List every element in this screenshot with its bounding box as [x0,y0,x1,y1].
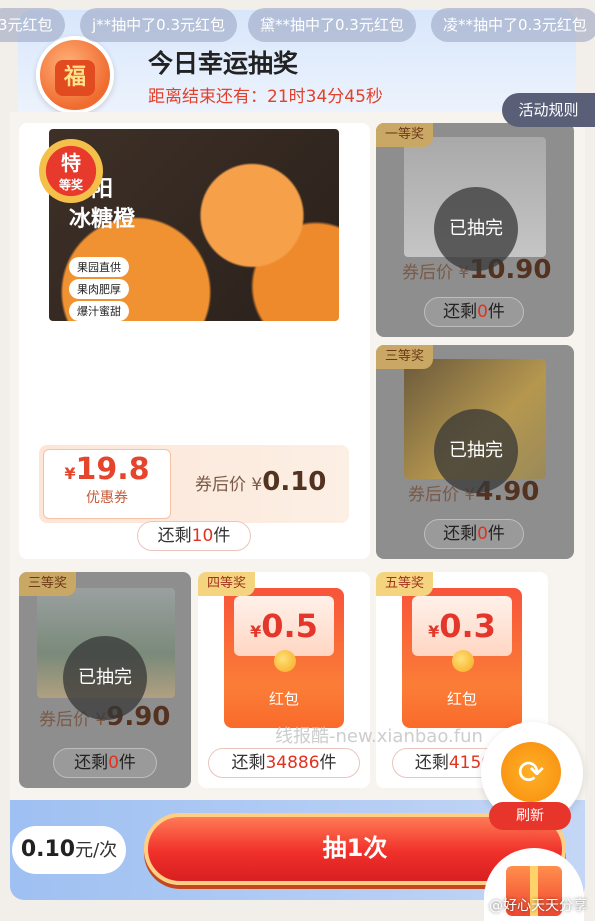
prize-tag: 三等奖 [376,345,434,369]
after-coupon-price: 券后价 ¥0.10 [195,467,327,497]
feature-tag: 果肉肥厚 [69,279,129,299]
ticker-item: 黛**抽中了0.3元红包 [248,8,416,42]
remaining-count: 还剩34886件 [208,748,360,778]
refresh-button[interactable]: ⟳ 刷新 [481,722,583,830]
prize-card-fourth[interactable]: 四等奖 ¥0.5 红包 还剩34886件 [198,572,370,788]
prize-card-third-a[interactable]: 三等奖 已抽完 券后价 ¥4.90 还剩0件 [376,345,574,559]
red-packet-label: 红包 [268,690,299,708]
ticker-item: j**抽中了0.3元红包 [80,8,238,42]
red-packet: ¥0.3 红包 [402,588,522,728]
lucky-bag-icon: 福 [36,36,114,114]
remaining-count: 还剩10件 [137,521,251,551]
prize-tag: 四等奖 [198,572,256,596]
sold-out-overlay: 已抽完 [434,187,518,271]
prize-card-third-b[interactable]: 三等奖 已抽完 券后价 ¥9.90 还剩0件 [19,572,191,788]
rules-button[interactable]: 活动规则 [502,93,595,127]
author-credit: @好心天天分享 [489,898,587,914]
refresh-label: 刷新 [489,802,571,830]
coupon-amount: 19.8 [75,452,150,487]
remaining-count: 还剩0件 [53,748,157,778]
feature-tag: 果园直供 [69,257,129,277]
page-title: 今日幸运抽奖 [148,49,299,78]
coupon-strip: ¥19.8 优惠券 券后价 ¥0.10 [39,445,349,523]
remaining-count: 还剩0件 [424,297,524,327]
refresh-icon: ⟳ [501,742,561,802]
prize-tag: 一等奖 [376,123,434,147]
fu-badge: 福 [55,60,95,96]
coin-icon [274,650,296,672]
sold-out-overlay: 已抽完 [63,636,147,720]
prize-card-special[interactable]: 麻阳 冰糖橙 果园直供 果肉肥厚 爆汁蜜甜 特 等奖 ¥19.8 优惠券 券后价… [19,123,370,559]
product-title-line2: 冰糖橙 [69,207,136,232]
red-packet-amount: ¥0.3 [412,596,512,656]
red-packet-amount: ¥0.5 [234,596,334,656]
prize-tag: 三等奖 [19,572,77,596]
remaining-count: 还剩0件 [424,519,524,549]
coupon-ticket: ¥19.8 优惠券 [43,449,171,519]
price-per-draw: 0.10元/次 [12,826,126,874]
ticker-item: 3元红包 [0,8,65,42]
countdown-timer: 距离结束还有：21时34分45秒 [148,87,383,107]
red-packet-label: 红包 [446,690,477,708]
watermark: 线报酷-new.xianbao.fun [275,726,483,747]
prize-card-first[interactable]: 一等奖 已抽完 券后价 ¥10.90 还剩0件 [376,123,574,337]
ticker-item: 凌**抽中了0.3元红包 [431,8,595,42]
coupon-label: 优惠券 [86,490,128,506]
sold-out-overlay: 已抽完 [434,409,518,493]
coin-icon [452,650,474,672]
feature-tag: 爆汁蜜甜 [69,301,129,321]
red-packet: ¥0.5 红包 [224,588,344,728]
prize-tag: 五等奖 [376,572,434,596]
winner-ticker: 3元红包 j**抽中了0.3元红包 黛**抽中了0.3元红包 凌**抽中了0.3… [0,8,595,42]
special-prize-badge: 特 等奖 [39,139,103,203]
